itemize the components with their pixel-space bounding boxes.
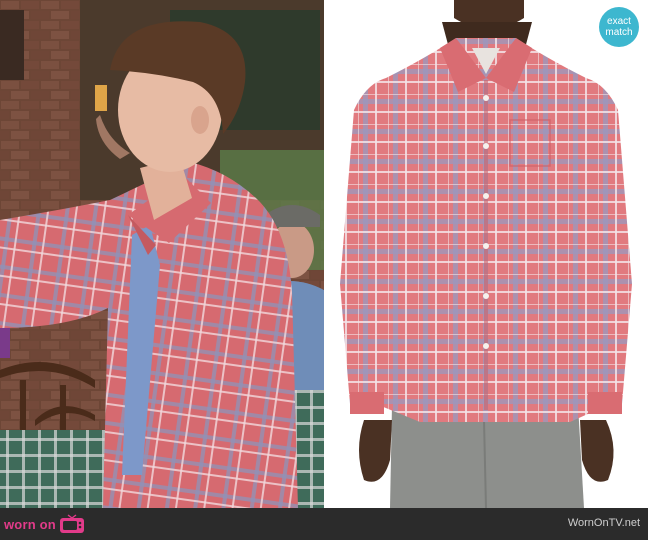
logo-text: worn on	[4, 516, 56, 532]
badge-label: exact match	[605, 16, 633, 38]
footer-bar: worn on WornOnTV.net	[0, 508, 648, 540]
scene-photo	[0, 0, 324, 508]
exact-match-badge: exact match	[599, 7, 639, 47]
site-url[interactable]: WornOnTV.net	[568, 517, 640, 529]
page: exact match worn on WornOnTV.net	[0, 0, 648, 540]
site-logo[interactable]: worn on	[4, 511, 85, 537]
product-photo	[324, 0, 648, 508]
tv-icon	[59, 514, 84, 533]
